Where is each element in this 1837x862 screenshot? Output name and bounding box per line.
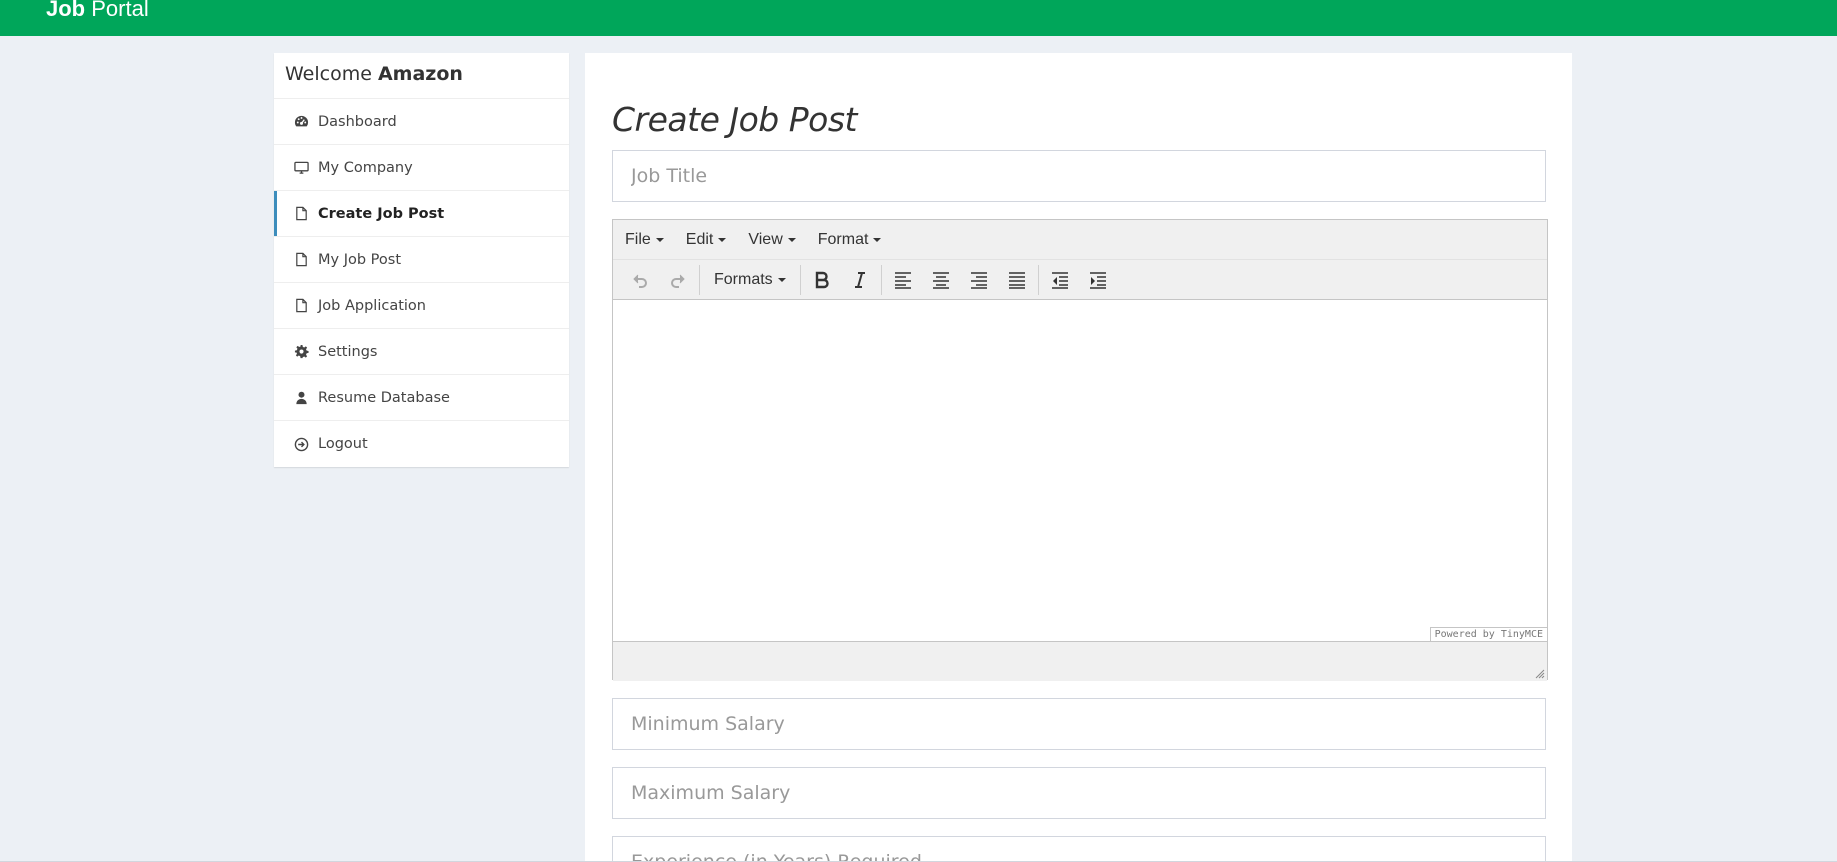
caret-down-icon: [873, 237, 882, 242]
sidebar-item-label: Dashboard: [318, 113, 397, 130]
logout-icon: [293, 436, 309, 452]
menu-format[interactable]: Format: [818, 231, 882, 249]
align-left-icon: [894, 271, 911, 289]
top-navbar: Job Portal: [0, 0, 1837, 36]
sidebar-item-dashboard[interactable]: Dashboard: [274, 99, 569, 145]
toolbar-divider: [699, 264, 700, 295]
rich-text-editor: File Edit View Format Formats Powered by…: [612, 219, 1548, 681]
welcome-message: Welcome Amazon: [274, 53, 569, 99]
undo-button[interactable]: [621, 264, 659, 296]
formats-dropdown[interactable]: Formats: [702, 264, 798, 296]
powered-by-tinymce[interactable]: Powered by TinyMCE: [1429, 627, 1547, 641]
sidebar-item-label: Settings: [318, 343, 378, 360]
brand-logo[interactable]: Job Portal: [46, 0, 149, 22]
dashboard-icon: [293, 114, 309, 130]
align-right-button[interactable]: [960, 264, 998, 296]
italic-icon: [854, 271, 865, 288]
sidebar-item-settings[interactable]: Settings: [274, 329, 569, 375]
sidebar-item-label: Create Job Post: [318, 205, 445, 222]
editor-statusbar: [613, 641, 1547, 681]
redo-icon: [671, 274, 685, 288]
toolbar-divider: [1037, 264, 1039, 295]
align-left-button[interactable]: [884, 264, 922, 296]
resize-handle-icon[interactable]: [1535, 669, 1545, 679]
minimum-salary-input[interactable]: [631, 713, 1527, 735]
outdent-icon: [1051, 271, 1068, 289]
user-icon: [293, 390, 309, 406]
sidebar-item-label: My Job Post: [318, 251, 401, 268]
maximum-salary-input[interactable]: [631, 782, 1527, 804]
caret-down-icon: [787, 237, 796, 242]
align-center-button[interactable]: [922, 264, 960, 296]
undo-icon: [633, 274, 647, 288]
sidebar-item-job-application[interactable]: Job Application: [274, 283, 569, 329]
sidebar-item-logout[interactable]: Logout: [274, 421, 569, 467]
file-icon: [293, 298, 309, 314]
bold-icon: [815, 271, 829, 288]
file-icon: [293, 206, 309, 222]
sidebar-item-resume-database[interactable]: Resume Database: [274, 375, 569, 421]
minimum-salary-field[interactable]: [612, 698, 1546, 750]
menu-file[interactable]: File: [625, 231, 664, 249]
align-justify-icon: [1008, 271, 1025, 289]
indent-icon: [1089, 271, 1106, 289]
sidebar-item-my-job-post[interactable]: My Job Post: [274, 237, 569, 283]
sidebar-item-label: Resume Database: [318, 389, 450, 406]
sidebar-item-my-company[interactable]: My Company: [274, 145, 569, 191]
desktop-icon: [293, 160, 309, 176]
job-title-input[interactable]: [631, 165, 1527, 187]
caret-down-icon: [777, 277, 786, 282]
editor-menubar: File Edit View Format: [613, 220, 1547, 260]
sidebar-item-create-job-post[interactable]: Create Job Post: [274, 191, 569, 237]
menu-edit[interactable]: Edit: [686, 231, 727, 249]
sidebar: Welcome Amazon Dashboard My Company Crea…: [274, 53, 569, 467]
maximum-salary-field[interactable]: [612, 767, 1546, 819]
toolbar-divider: [799, 264, 801, 295]
caret-down-icon: [718, 237, 727, 242]
experience-field[interactable]: [612, 836, 1546, 862]
editor-toolbar: Formats: [613, 260, 1547, 300]
align-center-icon: [932, 271, 949, 289]
toolbar-divider: [880, 264, 882, 295]
indent-button[interactable]: [1079, 264, 1117, 296]
caret-down-icon: [655, 237, 664, 242]
page-title: Create Job Post: [612, 100, 857, 139]
menu-view[interactable]: View: [748, 231, 796, 249]
file-icon: [293, 252, 309, 268]
bold-button[interactable]: [803, 264, 841, 296]
main-content: Create Job Post File Edit View Format Fo…: [585, 53, 1572, 862]
outdent-button[interactable]: [1041, 264, 1079, 296]
job-title-field[interactable]: [612, 150, 1546, 202]
gear-icon: [293, 344, 309, 360]
sidebar-item-label: Job Application: [318, 297, 426, 314]
redo-button[interactable]: [659, 264, 697, 296]
editor-content-area[interactable]: Powered by TinyMCE: [613, 300, 1547, 641]
align-justify-button[interactable]: [998, 264, 1036, 296]
align-right-icon: [970, 271, 987, 289]
sidebar-item-label: My Company: [318, 159, 413, 176]
sidebar-item-label: Logout: [318, 436, 368, 452]
company-name: Amazon: [377, 63, 463, 85]
italic-button[interactable]: [841, 264, 879, 296]
